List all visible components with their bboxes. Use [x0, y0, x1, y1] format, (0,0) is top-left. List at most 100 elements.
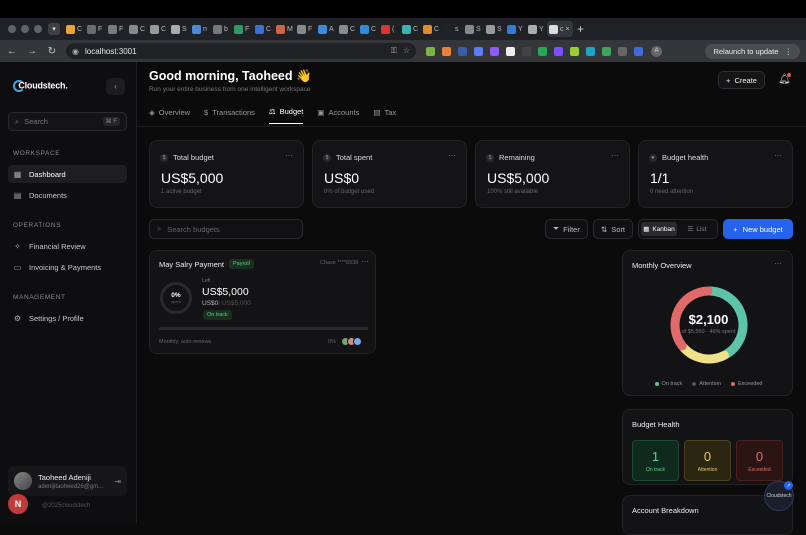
tab-transactions[interactable]: $ Transactions: [204, 107, 255, 124]
tab-label: (: [392, 25, 395, 33]
reload-icon[interactable]: ↻: [44, 46, 60, 57]
browser-tab[interactable]: C: [400, 21, 420, 37]
extension-icon[interactable]: [474, 46, 483, 56]
maximize-window-icon[interactable]: [34, 25, 42, 33]
favicon-icon: [507, 24, 516, 34]
sidebar-item-label: Financial Review: [29, 241, 86, 251]
new-budget-button[interactable]: + New budget: [723, 219, 793, 239]
puzzle-icon[interactable]: [618, 46, 627, 56]
browser-tab[interactable]: C: [421, 21, 441, 37]
kpi-title: Remaining: [499, 153, 535, 162]
browser-tab[interactable]: C: [337, 21, 357, 37]
browser-tab[interactable]: F: [232, 21, 252, 37]
browser-tab[interactable]: (: [379, 21, 399, 37]
notification-badge[interactable]: N: [8, 494, 28, 514]
site-info-icon[interactable]: ◉: [72, 47, 79, 56]
tab-label: A: [329, 25, 334, 33]
tab-search-icon[interactable]: ▾: [48, 23, 60, 35]
receipt-icon: ▤: [373, 107, 381, 117]
profile-avatar[interactable]: A: [651, 45, 662, 57]
browser-tab[interactable]: Y: [526, 21, 546, 37]
sidebar-item-label: Settings / Profile: [29, 313, 84, 323]
url-field[interactable]: ◉ localhost:3001 ⚿ ☆: [66, 43, 416, 59]
more-icon[interactable]: ···: [611, 151, 619, 160]
browser-tab[interactable]: F: [295, 21, 315, 37]
browser-tab[interactable]: c ×: [547, 21, 573, 37]
tab-tax[interactable]: ▤ Tax: [373, 107, 396, 124]
relaunch-button[interactable]: Relaunch to update ⋮: [705, 43, 800, 59]
sidebar-item-dashboard[interactable]: ▦ Dashboard: [8, 165, 127, 183]
browser-tab[interactable]: A: [316, 21, 336, 37]
browser-tab[interactable]: C: [253, 21, 273, 37]
browser-tab[interactable]: S: [484, 21, 504, 37]
favicon-icon: [192, 24, 201, 34]
extension-icon[interactable]: [602, 46, 611, 56]
sort-button[interactable]: ⇅ Sort: [593, 219, 633, 239]
browser-tab[interactable]: C: [148, 21, 168, 37]
sidebar-item-settings[interactable]: ⚙ Settings / Profile: [8, 309, 127, 327]
browser-tab[interactable]: s: [442, 21, 462, 37]
extension-icon[interactable]: [570, 46, 579, 56]
kanban-view-button[interactable]: ▦ Kanban: [641, 222, 677, 236]
minimize-window-icon[interactable]: [21, 25, 29, 33]
extension-icon[interactable]: [538, 46, 547, 56]
close-tab-icon[interactable]: ×: [566, 26, 570, 33]
recurrence-label: Monthly, auto-renews: [159, 339, 212, 345]
extension-icon[interactable]: [442, 46, 451, 56]
browser-tab[interactable]: b: [211, 21, 231, 37]
browser-tab[interactable]: n: [190, 21, 210, 37]
create-button[interactable]: + Create: [718, 71, 765, 89]
browser-tab[interactable]: C: [358, 21, 378, 37]
browser-tab[interactable]: M: [274, 21, 294, 37]
tab-budget[interactable]: ⚖ Budget: [268, 107, 304, 124]
user-card[interactable]: Taoheed Adeniji adenijitaoheed26@gm... ⇥: [8, 466, 127, 496]
legend-swatch: [692, 381, 697, 386]
extension-icon[interactable]: [458, 46, 467, 56]
sidebar-item-invoicing[interactable]: ▭ Invoicing & Payments: [8, 258, 127, 276]
extension-icon[interactable]: [426, 46, 435, 56]
more-icon[interactable]: ···: [361, 257, 369, 266]
health-label: On track: [646, 466, 665, 473]
extension-icon[interactable]: [490, 46, 499, 56]
bookmark-star-icon[interactable]: ☆: [403, 46, 410, 56]
card-title: Monthly Overview: [632, 261, 692, 270]
tab-overview[interactable]: ◈ Overview: [149, 107, 190, 124]
page-title: Good morning, Taoheed 👋: [149, 69, 312, 83]
forward-icon[interactable]: →: [24, 46, 40, 57]
brand-logo[interactable]: Cloudstech.: [13, 80, 68, 92]
extension-icon[interactable]: [554, 46, 563, 56]
more-icon[interactable]: ···: [774, 259, 782, 268]
sidebar-search-input[interactable]: ⌕ Search ⌘ F: [8, 112, 127, 131]
extension-icon[interactable]: [506, 46, 515, 56]
filter-button[interactable]: ⏷ Filter: [545, 219, 588, 239]
more-icon[interactable]: ···: [774, 151, 782, 160]
list-view-button[interactable]: ☰ List: [679, 222, 715, 236]
close-window-icon[interactable]: [8, 25, 16, 33]
tab-accounts[interactable]: ▣ Accounts: [317, 107, 359, 124]
back-icon[interactable]: ←: [4, 46, 20, 57]
browser-tab[interactable]: S: [169, 21, 189, 37]
new-budget-label: New budget: [742, 224, 783, 234]
collapse-sidebar-button[interactable]: ‹: [106, 78, 125, 95]
budget-search-input[interactable]: ⌕ Search budgets: [149, 219, 303, 239]
browser-tab[interactable]: S: [463, 21, 483, 37]
browser-tab[interactable]: Y: [505, 21, 525, 37]
more-icon[interactable]: ···: [285, 151, 293, 160]
status-badge: On track: [203, 310, 232, 320]
plus-icon: +: [733, 224, 738, 234]
card-title: Budget Health: [632, 420, 680, 429]
sidebar-item-financial-review[interactable]: ✧ Financial Review: [8, 237, 127, 255]
new-tab-icon[interactable]: +: [577, 22, 584, 36]
more-icon[interactable]: ···: [448, 151, 456, 160]
browser-tab[interactable]: C: [127, 21, 147, 37]
extension-icon[interactable]: [586, 46, 595, 56]
key-icon[interactable]: ⚿: [391, 46, 397, 56]
browser-tab[interactable]: F: [106, 21, 126, 37]
budget-card[interactable]: May Salry Payment Payroll Chase ****8938…: [149, 250, 376, 354]
extension-icon[interactable]: [522, 46, 531, 56]
browser-tab[interactable]: F: [85, 21, 105, 37]
logout-icon[interactable]: ⇥: [114, 477, 121, 486]
extension-icon[interactable]: [634, 46, 643, 56]
browser-tab[interactable]: C: [64, 21, 84, 37]
sidebar-item-documents[interactable]: ▤ Documents: [8, 186, 127, 204]
